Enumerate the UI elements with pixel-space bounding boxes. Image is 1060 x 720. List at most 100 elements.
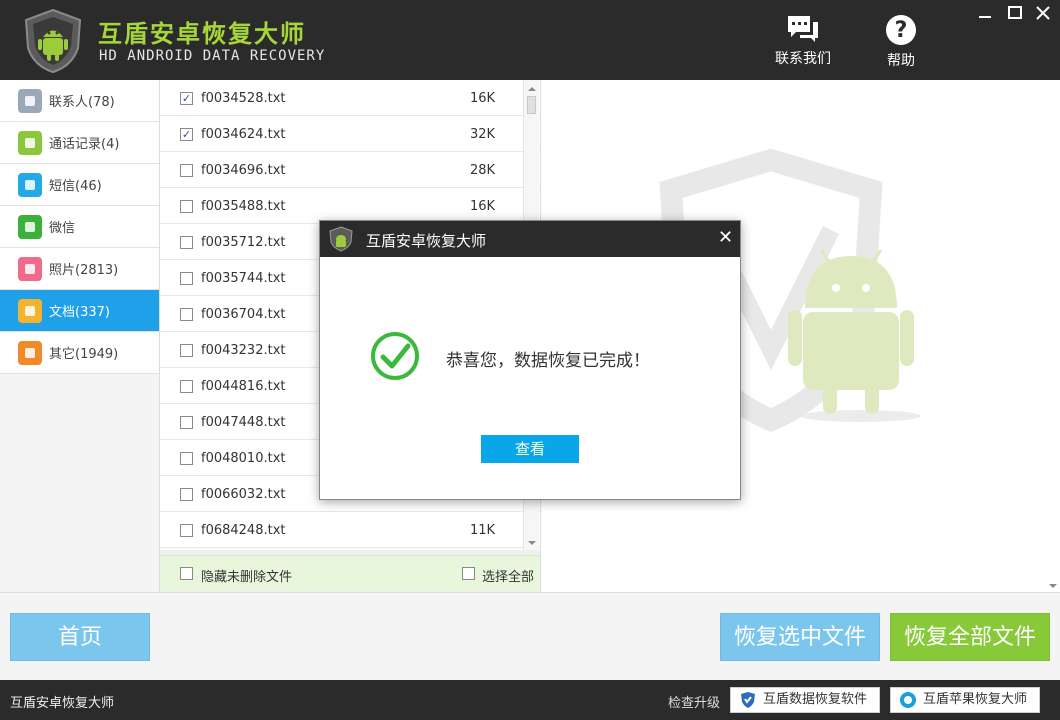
status-bar: 互盾安卓恢复大师 检查升级 互盾数据恢复软件 互盾苹果恢复大师	[0, 680, 1060, 720]
file-name: f0047448.txt	[201, 415, 286, 430]
help-button[interactable]: ? 帮助	[878, 14, 924, 70]
file-size: 11K	[470, 523, 496, 538]
home-button[interactable]: 首页	[10, 613, 150, 661]
file-name: f0044816.txt	[201, 379, 286, 394]
phone-icon	[18, 130, 42, 155]
chat-icon	[788, 16, 818, 42]
file-name: f0043232.txt	[201, 343, 286, 358]
shield-badge-icon	[741, 692, 755, 708]
file-row[interactable]: f0034624.txt 32K	[160, 116, 540, 152]
question-icon: ?	[886, 15, 916, 45]
message-icon	[18, 172, 42, 197]
file-size: 32K	[470, 127, 496, 142]
file-checkbox[interactable]	[180, 200, 193, 213]
sidebar-item-contacts[interactable]: 联系人(78)	[0, 80, 159, 122]
file-name: f0036704.txt	[201, 307, 286, 322]
file-checkbox[interactable]	[180, 488, 193, 501]
sidebar-item-label: 微信	[49, 221, 76, 236]
recovery-complete-dialog: 互盾安卓恢复大师 ✕ 恭喜您，数据恢复已完成！ 查看	[319, 220, 741, 500]
file-checkbox[interactable]	[180, 416, 193, 429]
hide-undeleted-label[interactable]: 隐藏未删除文件	[201, 566, 292, 585]
dialog-title: 互盾安卓恢复大师	[366, 232, 487, 250]
apple-recovery-promo-button[interactable]: 互盾苹果恢复大师	[890, 687, 1040, 713]
file-size: 16K	[470, 199, 496, 214]
category-sidebar: 联系人(78) 通话记录(4) 短信(46) 微信照片(2813) 文档(337) 其它(…	[0, 80, 160, 592]
file-checkbox[interactable]	[180, 380, 193, 393]
status-app-name: 互盾安卓恢复大师	[10, 696, 115, 711]
sidebar-item-other[interactable]: 其它(1949)	[0, 332, 159, 374]
file-checkbox[interactable]	[180, 272, 193, 285]
contact-us-button[interactable]: 联系我们	[772, 14, 834, 68]
document-icon	[18, 298, 42, 323]
success-check-icon	[371, 332, 419, 380]
apple-recovery-promo-label: 互盾苹果恢复大师	[923, 692, 1028, 707]
file-checkbox[interactable]	[180, 452, 193, 465]
sidebar-item-document[interactable]: 文档(337)	[0, 290, 159, 332]
file-name: f0034528.txt	[201, 91, 286, 106]
sidebar-item-label: 照片(2813)	[49, 263, 119, 278]
file-name: f0034696.txt	[201, 163, 286, 178]
close-icon[interactable]	[1034, 4, 1052, 22]
other-icon	[18, 340, 42, 365]
file-row[interactable]: f0035488.txt 16K	[160, 188, 540, 224]
scroll-down-icon[interactable]	[524, 536, 540, 550]
file-name: f0035712.txt	[201, 235, 286, 250]
file-name: f0035744.txt	[201, 271, 286, 286]
sidebar-item-label: 通话记录(4)	[49, 137, 120, 152]
view-button[interactable]: 查看	[481, 435, 579, 463]
minimize-icon[interactable]	[976, 4, 994, 22]
sidebar-item-wechat[interactable]: 微信	[0, 206, 159, 248]
dialog-logo-icon	[329, 226, 353, 252]
sidebar-item-photo[interactable]: 照片(2813)	[0, 248, 159, 290]
dialog-titlebar: 互盾安卓恢复大师 ✕	[320, 221, 740, 257]
file-checkbox[interactable]	[180, 92, 193, 105]
dialog-message: 恭喜您，数据恢复已完成！	[446, 351, 650, 371]
circle-badge-icon	[900, 692, 916, 708]
hide-undeleted-checkbox[interactable]	[180, 567, 193, 580]
file-checkbox[interactable]	[180, 236, 193, 249]
help-label: 帮助	[887, 53, 915, 69]
app-subtitle: HD ANDROID DATA RECOVERY	[99, 48, 326, 64]
file-name: f0035488.txt	[201, 199, 286, 214]
contact-us-label: 联系我们	[775, 51, 831, 67]
sidebar-item-label: 其它(1949)	[49, 347, 119, 362]
recover-selected-button[interactable]: 恢复选中文件	[720, 613, 880, 661]
preview-scrollbar[interactable]	[1045, 80, 1060, 592]
file-checkbox[interactable]	[180, 308, 193, 321]
sidebar-item-label: 短信(46)	[49, 179, 102, 194]
recover-all-button[interactable]: 恢复全部文件	[890, 613, 1050, 661]
file-row[interactable]: f0034528.txt 16K	[160, 80, 540, 116]
app-title: 互盾安卓恢复大师	[98, 20, 306, 48]
file-row[interactable]: f0034696.txt 28K	[160, 152, 540, 188]
data-recovery-promo-label: 互盾数据恢复软件	[763, 692, 868, 707]
contacts-icon	[18, 88, 42, 113]
sidebar-item-label: 联系人(78)	[49, 95, 115, 110]
file-row[interactable]: f0684248.txt 11K	[160, 512, 540, 548]
svg-text:?: ?	[895, 18, 908, 43]
filter-bar: 隐藏未删除文件 选择全部	[160, 555, 540, 591]
file-checkbox[interactable]	[180, 128, 193, 141]
file-size: 16K	[470, 91, 496, 106]
scroll-thumb[interactable]	[527, 96, 536, 114]
file-size: 28K	[470, 163, 496, 178]
file-name: f0034624.txt	[201, 127, 286, 142]
select-all-label[interactable]: 选择全部	[482, 566, 534, 585]
data-recovery-promo-button[interactable]: 互盾数据恢复软件	[730, 687, 880, 713]
sidebar-item-phone[interactable]: 通话记录(4)	[0, 122, 159, 164]
dialog-close-icon[interactable]: ✕	[718, 227, 733, 248]
file-name: f0066032.txt	[201, 487, 286, 502]
wechat-icon	[18, 214, 42, 239]
file-checkbox[interactable]	[180, 164, 193, 177]
sidebar-item-label: 文档(337)	[49, 305, 110, 320]
check-upgrade-link[interactable]: 检查升级	[668, 692, 720, 711]
file-checkbox[interactable]	[180, 524, 193, 537]
file-name: f0684248.txt	[201, 523, 286, 538]
file-name: f0048010.txt	[201, 451, 286, 466]
sidebar-item-message[interactable]: 短信(46)	[0, 164, 159, 206]
maximize-icon[interactable]	[1006, 4, 1024, 22]
scroll-up-icon[interactable]	[524, 82, 540, 96]
select-all-checkbox[interactable]	[462, 567, 475, 580]
photo-icon	[18, 256, 42, 281]
shield-android-logo-icon	[24, 8, 82, 74]
file-checkbox[interactable]	[180, 344, 193, 357]
